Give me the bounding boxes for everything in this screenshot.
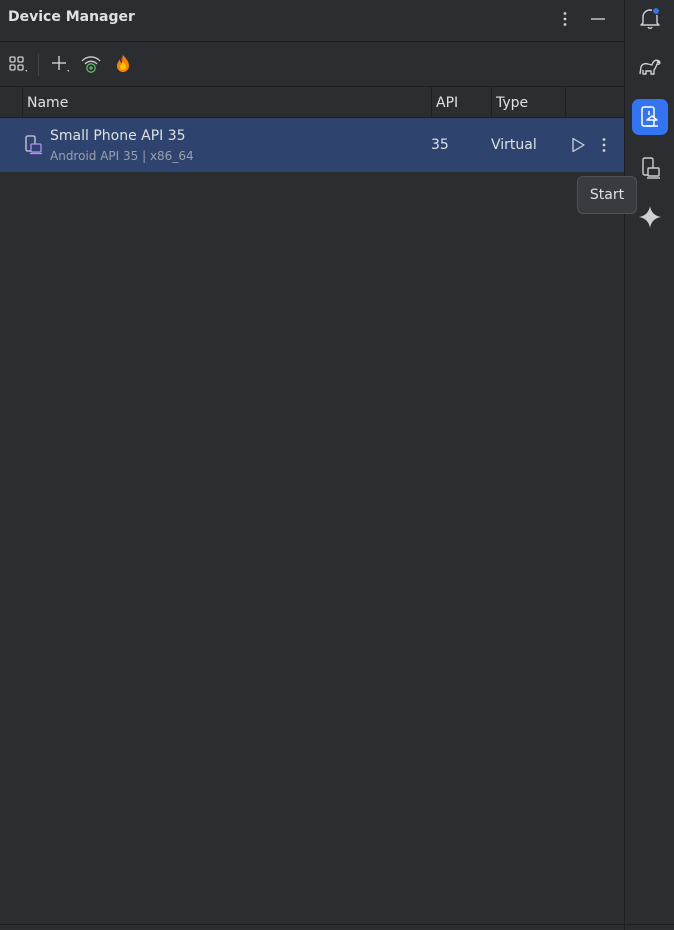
start-tooltip: Start <box>577 176 637 214</box>
panel-title: Device Manager <box>8 9 135 25</box>
group-by-icon[interactable] <box>6 52 30 76</box>
device-api: 35 <box>431 137 449 153</box>
toolbar-separator <box>38 54 39 76</box>
start-button[interactable] <box>566 133 590 157</box>
bottom-border <box>0 924 674 925</box>
column-header-type[interactable]: Type <box>491 87 565 117</box>
pair-wifi-icon[interactable] <box>79 52 103 76</box>
right-tool-window-bar <box>624 0 674 930</box>
device-name: Small Phone API 35 <box>50 128 186 144</box>
panel-titlebar: Device Manager <box>0 0 624 42</box>
column-header-api[interactable]: API <box>431 87 491 117</box>
device-type: Virtual <box>491 137 537 153</box>
virtual-device-icon <box>22 134 44 156</box>
more-vertical-icon[interactable] <box>553 7 577 31</box>
device-details: Android API 35 | x86_64 <box>50 149 194 163</box>
column-header-name[interactable]: Name <box>22 87 431 117</box>
device-toolbar <box>0 42 624 87</box>
more-actions-icon[interactable] <box>592 133 616 157</box>
running-devices-icon[interactable] <box>632 150 668 186</box>
device-manager-panel: Device Manager Name API Type Small Phone… <box>0 0 637 930</box>
table-row[interactable]: Small Phone API 35 Android API 35 | x86_… <box>0 118 624 172</box>
firebase-icon[interactable] <box>111 52 135 76</box>
add-device-icon[interactable] <box>48 52 72 76</box>
header-spacer <box>0 87 22 117</box>
device-manager-icon[interactable] <box>632 99 668 135</box>
notifications-icon[interactable] <box>632 0 668 36</box>
column-header-actions <box>565 87 624 117</box>
minimize-icon[interactable] <box>586 7 610 31</box>
table-header: Name API Type <box>0 87 624 118</box>
gemini-icon[interactable] <box>632 199 668 235</box>
gradle-icon[interactable] <box>632 49 668 85</box>
